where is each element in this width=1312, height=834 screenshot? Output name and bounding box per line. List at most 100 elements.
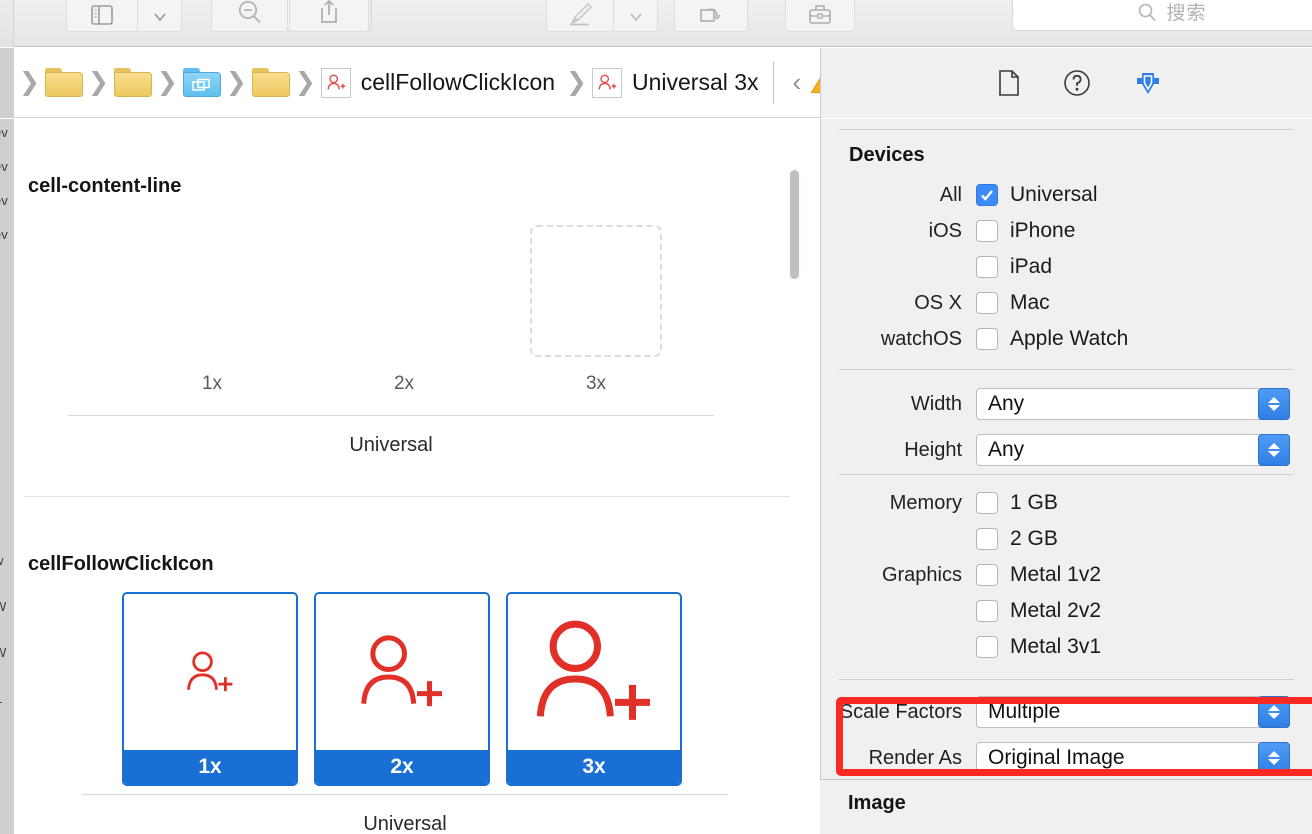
asset-group-title: cell-content-line <box>28 175 182 197</box>
capability-option-label: Metal 2v2 <box>1010 599 1102 622</box>
navigator-sliver: ev ev ev ev w W W T <box>0 119 14 834</box>
asset-tile-3x[interactable]: 3x <box>506 592 682 786</box>
document-icon[interactable] <box>996 68 1022 98</box>
breadcrumb-asset-icon[interactable] <box>320 67 351 98</box>
device-row-ipad: iPad <box>821 249 1312 285</box>
asset-tile-caption: 3x <box>585 373 607 394</box>
breadcrumb-separator-icon: ❯ <box>225 68 247 96</box>
markup-button[interactable] <box>546 0 614 32</box>
render-as-select[interactable]: Original Image <box>976 742 1290 774</box>
inspector-tab-bar <box>820 48 1312 118</box>
main-toolbar: 搜索 <box>0 0 1312 47</box>
chevron-down-icon <box>152 7 168 27</box>
asset-tile-1x[interactable]: 1x <box>122 592 298 786</box>
capability-row-metal-1v2: Graphics Metal 1v2 <box>821 557 1312 593</box>
asset-tile[interactable]: 3x <box>530 225 662 395</box>
checkbox-apple-watch[interactable] <box>976 328 998 350</box>
breadcrumb: ❯ ❯ ❯ ❯ ❯ cellFollowClickIcon ❯ Universa… <box>14 48 863 118</box>
navigator-ghost-text: ev <box>0 159 8 174</box>
height-select[interactable]: Any <box>976 434 1290 466</box>
render-as-stepper[interactable] <box>1258 742 1290 774</box>
question-circle-icon[interactable] <box>1062 68 1092 98</box>
breadcrumb-separator-icon: ❯ <box>566 68 587 96</box>
previous-issue-button[interactable]: ‹ <box>784 67 811 98</box>
navigator-ghost-text: ev <box>0 193 8 208</box>
asset-group-title: cellFollowClickIcon <box>28 553 214 575</box>
asset-tile[interactable]: 1x <box>146 225 278 395</box>
canvas-scrollbar[interactable] <box>782 119 810 834</box>
breadcrumb-folder-1[interactable] <box>44 68 83 97</box>
breadcrumb-asset-name[interactable]: cellFollowClickIcon <box>361 69 555 96</box>
device-option-label: Apple Watch <box>1010 327 1129 350</box>
checkbox-mac[interactable] <box>976 292 998 314</box>
rotate-icon <box>696 0 726 27</box>
size-row-height: Height Any <box>821 426 1312 474</box>
asset-tile[interactable]: 2x <box>338 225 470 395</box>
share-icon <box>316 0 342 27</box>
rotate-button[interactable] <box>674 0 748 32</box>
render-as-value: Original Image <box>988 746 1125 769</box>
width-stepper[interactable] <box>1258 388 1290 420</box>
width-value: Any <box>988 392 1025 415</box>
device-row-label: OS X <box>914 291 962 314</box>
toolkit-button[interactable] <box>785 0 855 32</box>
device-row-mac: OS X Mac <box>821 285 1312 321</box>
markup-dropdown-button[interactable] <box>614 0 658 32</box>
devices-section-title: Devices <box>849 144 925 166</box>
asset-artwork <box>508 594 680 750</box>
checkbox-metal-2v2[interactable] <box>976 600 998 622</box>
capability-option-label: 2 GB <box>1010 527 1058 550</box>
image-section: Image <box>820 779 1312 834</box>
breadcrumb-folder-2[interactable] <box>113 68 152 97</box>
briefcase-icon <box>805 1 835 27</box>
scale-factors-select[interactable]: Multiple <box>976 696 1290 728</box>
search-icon <box>1137 2 1157 22</box>
asset-artwork <box>316 594 488 750</box>
checkbox-iphone[interactable] <box>976 220 998 242</box>
attributes-arrow-icon[interactable] <box>1132 67 1164 99</box>
device-row-universal: All Universal <box>821 177 1312 213</box>
search-field[interactable]: 搜索 <box>1012 0 1312 31</box>
asset-tile-label: 2x <box>316 750 488 784</box>
sidebar-dropdown-button[interactable] <box>138 0 182 32</box>
sidebar-toggle-button[interactable] <box>66 0 138 32</box>
checkbox-ipad[interactable] <box>976 256 998 278</box>
asset-tile-2x[interactable]: 2x <box>314 592 490 786</box>
checkbox-metal-1v2[interactable] <box>976 564 998 586</box>
group-rule <box>68 415 714 416</box>
chevron-down-icon <box>628 7 644 27</box>
width-select[interactable]: Any <box>976 388 1290 420</box>
canvas-scrollbar-thumb[interactable] <box>788 168 801 281</box>
navigator-ghost-text: ev <box>0 125 8 140</box>
share-toolbar-button[interactable] <box>289 0 369 32</box>
size-row-width: Width Any <box>821 382 1312 426</box>
pen-icon <box>565 1 595 27</box>
breadcrumb-folder-assets[interactable] <box>182 68 221 97</box>
asset-tile-slot[interactable] <box>146 225 278 357</box>
breadcrumb-variant-icon[interactable] <box>592 67 622 98</box>
checkbox-memory-1gb[interactable] <box>976 492 998 514</box>
breadcrumb-separator-icon: ❯ <box>294 68 316 96</box>
scale-factors-row: Scale Factors Multiple <box>821 690 1312 734</box>
checkbox-universal[interactable] <box>976 184 998 206</box>
asset-tile-dropzone[interactable] <box>530 225 662 357</box>
height-stepper[interactable] <box>1258 434 1290 466</box>
checkbox-memory-2gb[interactable] <box>976 528 998 550</box>
zoom-out-button[interactable] <box>211 0 289 32</box>
image-section-title: Image <box>848 792 906 814</box>
render-as-row: Render As Original Image <box>821 734 1312 782</box>
capability-row-memory-2gb: 2 GB <box>821 521 1312 557</box>
scale-factors-stepper[interactable] <box>1258 696 1290 728</box>
attributes-inspector: Devices All Universal iOS iPhone iPad OS… <box>820 119 1312 834</box>
checkbox-metal-3v1[interactable] <box>976 636 998 658</box>
asset-tile-slot[interactable] <box>338 225 470 357</box>
jump-bar: ❯ ❯ ❯ ❯ ❯ cellFollowClickIcon ❯ Universa… <box>0 48 1312 118</box>
breadcrumb-variant-name[interactable]: Universal 3x <box>632 69 759 96</box>
asset-tile-label: 3x <box>508 750 680 784</box>
breadcrumb-folder-4[interactable] <box>251 68 290 97</box>
group-footer-label: Universal <box>349 434 433 456</box>
